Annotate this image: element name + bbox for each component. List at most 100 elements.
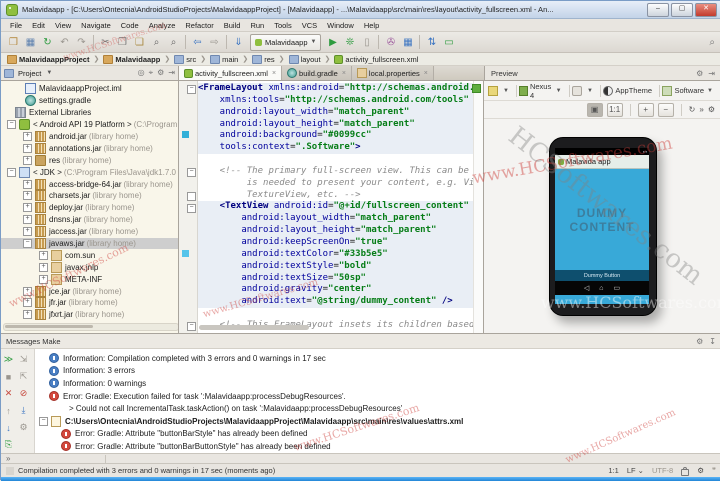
more-actions-icon[interactable]: » bbox=[699, 105, 703, 114]
tree-item-annotations-jar[interactable]: + annotations.jar (library home) bbox=[1, 142, 178, 154]
find-icon[interactable]: ⌕ bbox=[149, 35, 164, 50]
menu-file[interactable]: File bbox=[5, 21, 27, 30]
breadcrumb-src[interactable]: src bbox=[172, 54, 198, 64]
device-dropdown[interactable]: Nexus 4 ▼ bbox=[519, 82, 562, 100]
more-tool-windows-icon[interactable]: » bbox=[6, 454, 10, 463]
project-tree[interactable]: MalavidaappProject.iml settings.gradle E… bbox=[1, 81, 179, 333]
open-in-editor-icon[interactable]: ⎘ bbox=[5, 439, 12, 450]
nav-back-icon[interactable]: ◁ bbox=[584, 284, 589, 292]
event-log-icon[interactable]: ❞ bbox=[712, 466, 716, 475]
highlighting-level-icon[interactable]: ⚙ bbox=[697, 466, 704, 475]
tree-item-external-libraries[interactable]: External Libraries bbox=[1, 107, 178, 119]
menu-run[interactable]: Run bbox=[245, 21, 269, 30]
fold-marker-icon[interactable]: − bbox=[187, 168, 196, 177]
tree-item-charsets-jar[interactable]: + charsets.jar (library home) bbox=[1, 190, 178, 202]
hide-panel-icon[interactable]: ⇥ bbox=[168, 68, 175, 78]
tree-item-access-bridge[interactable]: + access-bridge-64.jar (library home) bbox=[1, 178, 178, 190]
tree-item-deploy-jar[interactable]: + deploy.jar (library home) bbox=[1, 202, 178, 214]
nav-home-icon[interactable]: ⌂ bbox=[599, 285, 603, 292]
navigate-forward-icon[interactable]: ⇨ bbox=[207, 35, 222, 50]
dummy-button-bar[interactable]: Dummy Button bbox=[555, 270, 649, 281]
avd-manager-icon[interactable]: ▦ bbox=[400, 35, 415, 50]
device-monitor-icon[interactable]: ▭ bbox=[441, 35, 456, 50]
replace-icon[interactable]: ⌕ bbox=[166, 35, 181, 50]
expand-all-icon[interactable]: ⇲ bbox=[20, 354, 28, 365]
collapse-all-icon[interactable]: ⇱ bbox=[20, 371, 28, 382]
filter-icon[interactable]: ⚙ bbox=[19, 422, 27, 433]
message-error-row[interactable]: Error: Gradle: Attribute "buttonBarStyle… bbox=[35, 428, 720, 441]
code-editor[interactable]: − − − − <FrameLayout xmlns:android="http… bbox=[179, 81, 484, 333]
toggle-toolwindows-icon[interactable] bbox=[6, 466, 14, 475]
editor-vertical-scrollbar[interactable] bbox=[473, 81, 483, 333]
settings-gear-icon[interactable]: ⚙ bbox=[696, 69, 703, 78]
caret-position[interactable]: 1:1 bbox=[608, 466, 618, 475]
inspection-status-icon[interactable] bbox=[472, 84, 481, 93]
tree-item-jce-jar[interactable]: + jce.jar (library home) bbox=[1, 285, 178, 297]
menu-window[interactable]: Window bbox=[322, 21, 359, 30]
tree-item-javax-jnlp[interactable]: + javax.jnlp bbox=[1, 261, 178, 273]
cut-icon[interactable]: ✂ bbox=[98, 35, 113, 50]
collapse-all-icon[interactable]: ⌖ bbox=[149, 68, 154, 78]
close-tab-icon[interactable]: × bbox=[272, 70, 276, 77]
rerun-icon[interactable]: ≫ bbox=[4, 354, 13, 365]
tab-local-properties[interactable]: local.properties × bbox=[351, 66, 434, 80]
editor-horizontal-scrollbar[interactable] bbox=[199, 325, 309, 330]
menu-navigate[interactable]: Navigate bbox=[76, 21, 116, 30]
activity-dropdown[interactable]: Software ▼ bbox=[662, 85, 713, 96]
search-everywhere-icon[interactable]: ⌕ bbox=[709, 37, 720, 48]
tree-item-com-sun[interactable]: + com.sun bbox=[1, 249, 178, 261]
message-info-row[interactable]: Information: Compilation completed with … bbox=[35, 352, 720, 365]
tab-activity-fullscreen-xml[interactable]: activity_fullscreen.xml × bbox=[179, 66, 283, 80]
zoom-out-button[interactable]: − bbox=[657, 102, 674, 117]
tree-item-javaws-jar-selected[interactable]: − javaws.jar (library home) bbox=[1, 237, 178, 250]
breadcrumb-project[interactable]: MalavidaappProject bbox=[5, 54, 91, 64]
menu-edit[interactable]: Edit bbox=[27, 21, 50, 30]
tree-item-jaccess-jar[interactable]: + jaccess.jar (library home) bbox=[1, 226, 178, 238]
paste-icon[interactable]: ❏ bbox=[132, 35, 147, 50]
menu-code[interactable]: Code bbox=[116, 21, 144, 30]
redo-icon[interactable]: ↷ bbox=[74, 35, 89, 50]
tree-item-res[interactable]: + res (library home) bbox=[1, 154, 178, 166]
message-info-row[interactable]: Information: 3 errors bbox=[35, 365, 720, 378]
tree-item-jfxrt-jar[interactable]: + jfxrt.jar (library home) bbox=[1, 309, 178, 321]
line-separator-selector[interactable]: LF ⌄ bbox=[627, 466, 644, 475]
make-project-icon[interactable]: ⇓ bbox=[231, 35, 246, 50]
breadcrumb-res[interactable]: res bbox=[250, 54, 276, 64]
breadcrumb-layout[interactable]: layout bbox=[287, 54, 323, 64]
menu-help[interactable]: Help bbox=[359, 21, 384, 30]
nav-recents-icon[interactable]: ▭ bbox=[614, 284, 621, 292]
fold-marker-icon[interactable]: − bbox=[187, 322, 196, 331]
debug-icon[interactable]: ❊ bbox=[342, 35, 357, 50]
tree-item-jdk[interactable]: − < JDK > (C:\Program Files\Java\jdk1.7.0 bbox=[1, 166, 178, 178]
tree-item-jfr-jar[interactable]: + jfr.jar (library home) bbox=[1, 297, 178, 309]
preview-tool-window-header[interactable]: Preview ⚙ ⇥ bbox=[484, 66, 720, 80]
title-bar[interactable]: Malavidaapp - [C:\Users\Ontecnia\Android… bbox=[1, 1, 720, 19]
color-swatch-0099cc-icon[interactable] bbox=[182, 131, 189, 138]
color-swatch-33b5e5-icon[interactable] bbox=[182, 250, 189, 257]
run-icon[interactable]: ▶ bbox=[325, 35, 340, 50]
minimize-button[interactable]: – bbox=[647, 2, 669, 17]
close-button[interactable]: ✕ bbox=[695, 2, 717, 17]
tree-item-android-platform[interactable]: − < Android API 19 Platform > (C:\Program bbox=[1, 119, 178, 131]
gradle-sync-icon[interactable]: ⇅ bbox=[424, 35, 439, 50]
attach-debugger-icon[interactable]: ▯ bbox=[359, 35, 374, 50]
maximize-button[interactable]: ▢ bbox=[671, 2, 693, 17]
menu-analyze[interactable]: Analyze bbox=[144, 21, 181, 30]
export-icon[interactable]: ⤓ bbox=[22, 405, 26, 416]
fold-marker-icon[interactable]: − bbox=[187, 204, 196, 213]
minimize-panel-icon[interactable]: ↧ bbox=[709, 337, 716, 346]
menu-refactor[interactable]: Refactor bbox=[180, 21, 218, 30]
stop-icon[interactable]: ■ bbox=[6, 372, 11, 382]
tree-item-android-jar[interactable]: + android.jar (library home) bbox=[1, 131, 178, 143]
undo-icon[interactable]: ↶ bbox=[57, 35, 72, 50]
copy-icon[interactable]: ❐ bbox=[115, 35, 130, 50]
tab-build-gradle[interactable]: build.gradle × bbox=[282, 66, 352, 80]
message-error-detail-row[interactable]: > Could not call IncrementalTask.taskAct… bbox=[35, 402, 720, 415]
message-error-row[interactable]: Error: Gradle: Attribute "buttonBarButto… bbox=[35, 440, 720, 453]
fold-marker-icon[interactable]: − bbox=[187, 85, 196, 94]
editor-gutter[interactable]: − − − − bbox=[179, 81, 198, 333]
device-screen[interactable]: ▪ ▪ Malavida app DUMMY CONTENT Dummy Butt… bbox=[555, 148, 649, 304]
message-info-row[interactable]: Information: 0 warnings bbox=[35, 377, 720, 390]
save-icon[interactable]: ▦ bbox=[23, 35, 38, 50]
hide-panel-icon[interactable]: ⇥ bbox=[708, 69, 715, 78]
